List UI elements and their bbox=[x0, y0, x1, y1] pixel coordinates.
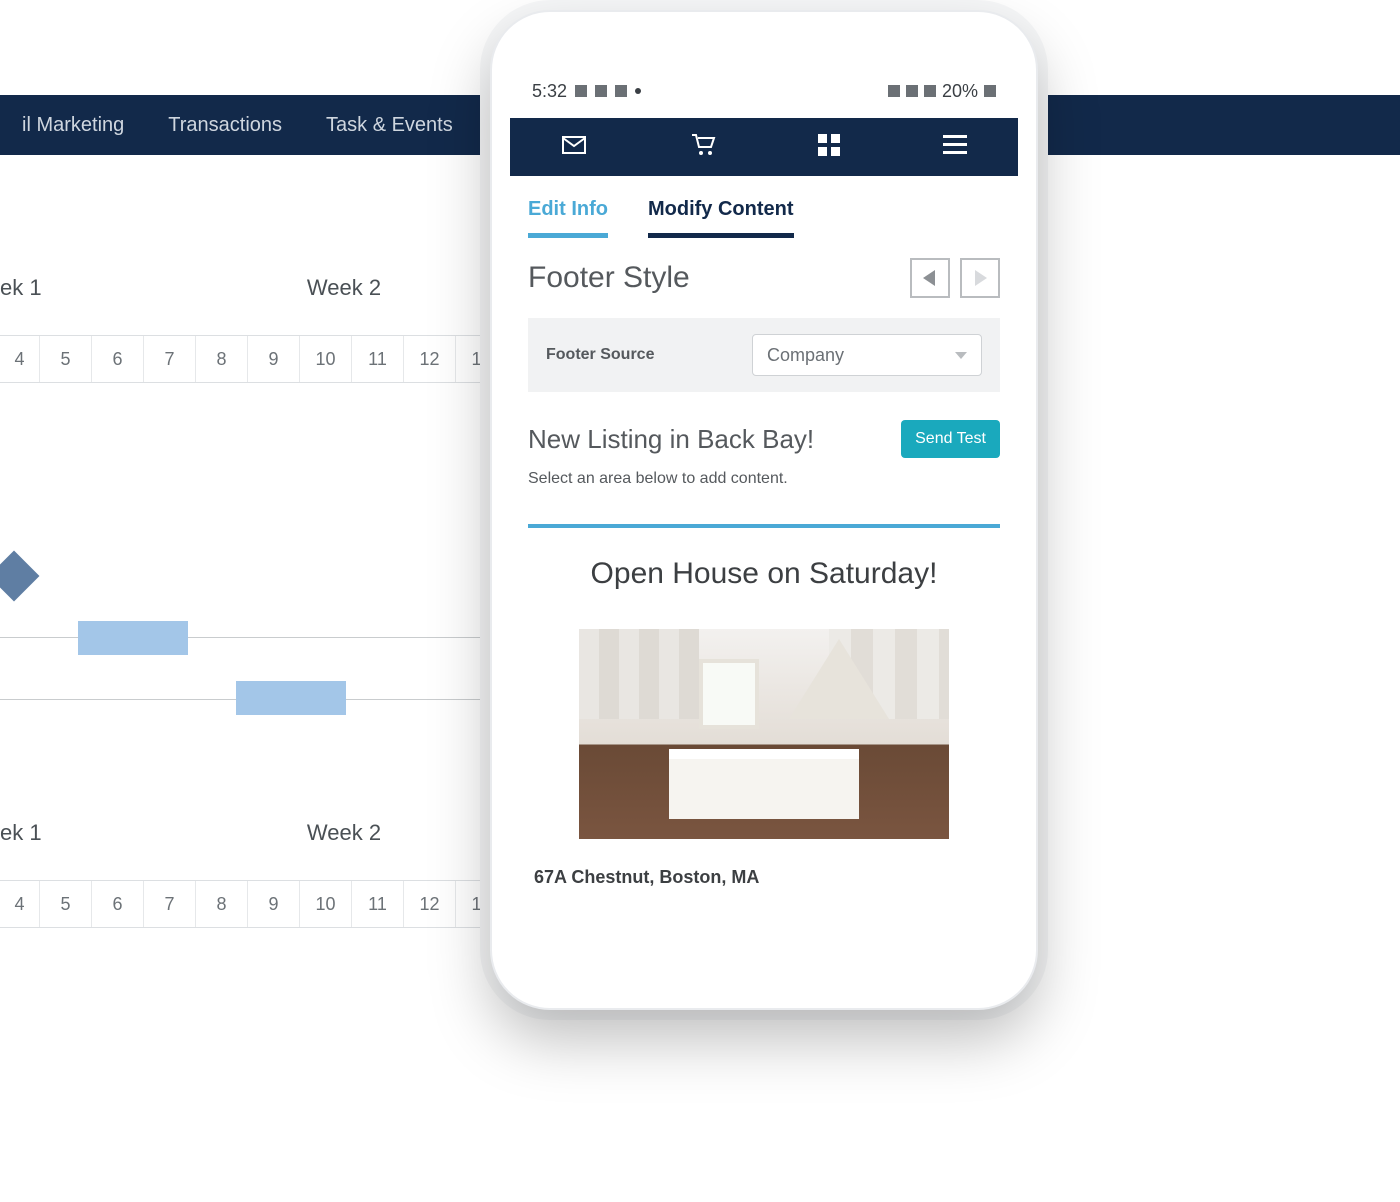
day-cell: 9 bbox=[248, 336, 300, 382]
signal-icon bbox=[924, 85, 936, 97]
status-icon bbox=[595, 85, 607, 97]
wifi-icon bbox=[906, 85, 918, 97]
day-cell: 9 bbox=[248, 881, 300, 927]
editor-tabs: Edit Info Modify Content bbox=[510, 176, 1018, 238]
day-cell: 5 bbox=[40, 336, 92, 382]
day-cell: 8 bbox=[196, 881, 248, 927]
timeline-bottom: ek 1 Week 2 4 5 6 7 8 9 10 11 12 13 bbox=[0, 820, 508, 928]
listing-image[interactable] bbox=[579, 629, 949, 839]
gantt-bar[interactable] bbox=[78, 621, 188, 655]
footer-style-title: Footer Style bbox=[528, 261, 690, 295]
timeline-days: 4 5 6 7 8 9 10 11 12 13 bbox=[0, 335, 508, 383]
milestone-marker-icon[interactable] bbox=[0, 551, 39, 602]
open-house-heading[interactable]: Open House on Saturday! bbox=[510, 528, 1018, 603]
status-dot-icon bbox=[635, 88, 641, 94]
tab-modify-content[interactable]: Modify Content bbox=[648, 198, 794, 238]
day-cell: 8 bbox=[196, 336, 248, 382]
day-cell: 12 bbox=[404, 336, 456, 382]
week-1-label: ek 1 bbox=[0, 275, 180, 335]
status-icon bbox=[615, 85, 627, 97]
footer-source-select[interactable]: Company bbox=[752, 334, 982, 376]
app-bar bbox=[510, 118, 1018, 176]
day-cell: 6 bbox=[92, 336, 144, 382]
timeline-days: 4 5 6 7 8 9 10 11 12 13 bbox=[0, 880, 508, 928]
day-cell: 7 bbox=[144, 336, 196, 382]
send-test-button[interactable]: Send Test bbox=[901, 420, 1000, 458]
battery-icon bbox=[984, 85, 996, 97]
nav-email-marketing[interactable]: il Marketing bbox=[0, 114, 146, 137]
prev-button[interactable] bbox=[910, 258, 950, 298]
status-time: 5:32 bbox=[532, 81, 567, 102]
nav-task-events[interactable]: Task & Events bbox=[304, 114, 475, 137]
day-cell: 10 bbox=[300, 336, 352, 382]
grid-icon[interactable] bbox=[818, 134, 840, 161]
nav-transactions[interactable]: Transactions bbox=[146, 114, 304, 137]
cart-icon[interactable] bbox=[690, 133, 716, 162]
mail-icon[interactable] bbox=[561, 135, 587, 160]
week-1-label: ek 1 bbox=[0, 820, 180, 880]
day-cell: 4 bbox=[0, 881, 40, 927]
content-hint: Select an area below to add content. bbox=[510, 464, 1018, 506]
listing-title: New Listing in Back Bay! bbox=[528, 424, 814, 455]
next-button[interactable] bbox=[960, 258, 1000, 298]
listing-address: 67A Chestnut, Boston, MA bbox=[510, 839, 1018, 888]
status-battery: 20% bbox=[942, 81, 978, 102]
day-cell: 5 bbox=[40, 881, 92, 927]
day-cell: 11 bbox=[352, 336, 404, 382]
timeline-top: ek 1 Week 2 4 5 6 7 8 9 10 11 12 13 bbox=[0, 275, 508, 643]
phone-status-bar: 5:32 20% bbox=[510, 64, 1018, 118]
status-icon bbox=[575, 85, 587, 97]
menu-icon[interactable] bbox=[943, 135, 967, 160]
day-cell: 4 bbox=[0, 336, 40, 382]
row-divider bbox=[0, 637, 508, 638]
week-2-label: Week 2 bbox=[180, 820, 508, 880]
week-2-label: Week 2 bbox=[180, 275, 508, 335]
day-cell: 11 bbox=[352, 881, 404, 927]
gantt-bar[interactable] bbox=[236, 681, 346, 715]
day-cell: 12 bbox=[404, 881, 456, 927]
footer-source-value: Company bbox=[767, 345, 844, 366]
vibrate-icon bbox=[888, 85, 900, 97]
day-cell: 10 bbox=[300, 881, 352, 927]
chevron-down-icon bbox=[955, 352, 967, 359]
footer-source-row: Footer Source Company bbox=[528, 318, 1000, 392]
tab-edit-info[interactable]: Edit Info bbox=[528, 198, 608, 238]
day-cell: 7 bbox=[144, 881, 196, 927]
day-cell: 6 bbox=[92, 881, 144, 927]
footer-source-label: Footer Source bbox=[546, 346, 654, 364]
phone-mockup: 5:32 20% bbox=[490, 10, 1038, 1010]
